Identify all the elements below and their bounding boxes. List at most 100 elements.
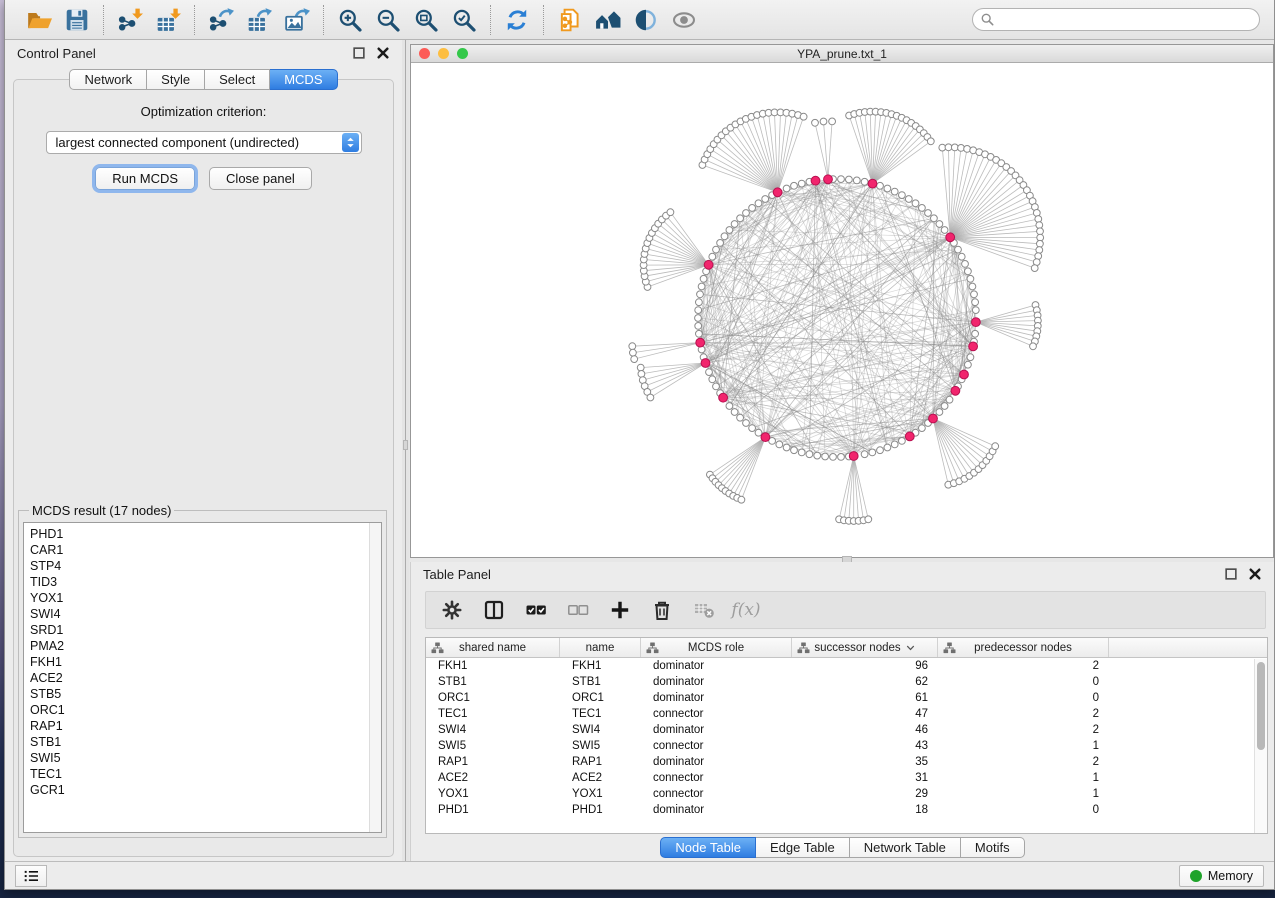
select-all-button[interactable] (522, 596, 550, 624)
export-table-icon (246, 7, 272, 33)
deselect-all-button[interactable] (564, 596, 592, 624)
zoom-out-button[interactable] (372, 4, 404, 36)
run-mcds-button[interactable]: Run MCDS (95, 167, 195, 190)
criterion-select[interactable]: largest connected component (undirected) (46, 131, 362, 154)
cell-shared-name: STB1 (426, 676, 560, 688)
apply-layout-button[interactable] (501, 4, 533, 36)
float-panel-button[interactable] (352, 46, 366, 60)
network-desktop: YPA_prune.txt_1 Table Panel (409, 40, 1274, 861)
network-doc-button[interactable] (554, 4, 586, 36)
close-table-panel-button[interactable] (1248, 567, 1262, 581)
mcds-result-item[interactable]: FKH1 (30, 654, 381, 670)
cell-name: TEC1 (560, 708, 641, 720)
tab-style[interactable]: Style (147, 69, 205, 90)
zoom-fit-icon (413, 7, 439, 33)
cell-MCDS-role: connector (641, 788, 792, 800)
tab-mcds[interactable]: MCDS (270, 69, 337, 90)
mcds-result-item[interactable]: ORC1 (30, 702, 381, 718)
add-row-button[interactable] (606, 596, 634, 624)
table-settings-button[interactable] (438, 596, 466, 624)
mcds-result-item[interactable]: TID3 (30, 574, 381, 590)
cell-successor-nodes: 62 (792, 676, 938, 688)
table-row[interactable]: RAP1RAP1dominator352 (426, 754, 1267, 770)
mcds-result-item[interactable]: STP4 (30, 558, 381, 574)
control-panel-tabs: NetworkStyleSelectMCDS (5, 69, 402, 90)
column-header-predecessor-nodes[interactable]: predecessor nodes (938, 638, 1109, 657)
tab-motifs[interactable]: Motifs (961, 837, 1025, 858)
export-network-button[interactable] (205, 4, 237, 36)
control-panel-title: Control Panel (17, 46, 96, 61)
import-table-button[interactable] (152, 4, 184, 36)
mcds-result-item[interactable]: SRD1 (30, 622, 381, 638)
mcds-result-item[interactable]: ACE2 (30, 670, 381, 686)
save-session-button[interactable] (61, 4, 93, 36)
column-header-successor-nodes[interactable]: successor nodes (792, 638, 938, 657)
mcds-result-item[interactable]: SWI5 (30, 750, 381, 766)
export-image-button[interactable] (281, 4, 313, 36)
table-row[interactable]: SWI5SWI5connector431 (426, 738, 1267, 754)
mcds-result-item[interactable]: CAR1 (30, 542, 381, 558)
tab-network-table[interactable]: Network Table (850, 837, 961, 858)
mcds-result-list[interactable]: PHD1CAR1STP4TID3YOX1SWI4SRD1PMA2FKH1ACE2… (23, 522, 382, 833)
cell-shared-name: PHD1 (426, 804, 560, 816)
network-view-window: YPA_prune.txt_1 (410, 44, 1274, 558)
import-network-button[interactable] (114, 4, 146, 36)
cell-shared-name: YOX1 (426, 788, 560, 800)
mcds-result-item[interactable]: STB5 (30, 686, 381, 702)
delete-row-button[interactable] (648, 596, 676, 624)
mcds-result-item[interactable]: YOX1 (30, 590, 381, 606)
network-window-titlebar[interactable]: YPA_prune.txt_1 (411, 45, 1273, 63)
mcds-result-item[interactable]: PHD1 (30, 526, 381, 542)
mcds-result-item[interactable]: SWI4 (30, 606, 381, 622)
tab-node-table[interactable]: Node Table (660, 837, 756, 858)
network-graph[interactable] (411, 64, 1275, 559)
select-stepper-icon (342, 133, 359, 152)
table-row[interactable]: SWI4SWI4dominator462 (426, 722, 1267, 738)
column-header-MCDS-role[interactable]: MCDS role (641, 638, 792, 657)
table-scrollbar-thumb[interactable] (1257, 662, 1265, 750)
mcds-result-item[interactable]: PMA2 (30, 638, 381, 654)
mcds-result-item[interactable]: GCR1 (30, 782, 381, 798)
splitter-handle[interactable] (403, 440, 408, 450)
vertical-splitter[interactable] (402, 40, 409, 861)
close-mcds-panel-button[interactable]: Close panel (209, 167, 312, 190)
close-panel-button[interactable] (376, 46, 390, 60)
toggle-visibility-button[interactable] (668, 4, 700, 36)
tab-select[interactable]: Select (205, 69, 270, 90)
column-header-shared-name[interactable]: shared name (426, 638, 560, 657)
mcds-result-item[interactable]: TEC1 (30, 766, 381, 782)
cell-name: PHD1 (560, 804, 641, 816)
mcds-list-scrollbar[interactable] (369, 523, 381, 832)
mcds-panel: Optimization criterion: largest connecte… (13, 79, 394, 857)
task-history-button[interactable] (15, 865, 47, 887)
cell-name: ORC1 (560, 692, 641, 704)
table-row[interactable]: PHD1PHD1dominator180 (426, 802, 1267, 818)
table-row[interactable]: TEC1TEC1connector472 (426, 706, 1267, 722)
close-icon (1248, 567, 1262, 581)
float-table-panel-button[interactable] (1224, 567, 1238, 581)
search-field[interactable] (972, 8, 1260, 31)
cell-name: SWI5 (560, 740, 641, 752)
mcds-result-item[interactable]: STB1 (30, 734, 381, 750)
zoom-in-button[interactable] (334, 4, 366, 36)
table-row[interactable]: FKH1FKH1dominator962 (426, 658, 1267, 674)
table-scrollbar[interactable] (1254, 659, 1267, 833)
show-panels-button[interactable] (592, 4, 624, 36)
table-row[interactable]: STB1STB1dominator620 (426, 674, 1267, 690)
table-row[interactable]: YOX1YOX1connector291 (426, 786, 1267, 802)
zoom-fit-button[interactable] (410, 4, 442, 36)
level-of-detail-button[interactable] (630, 4, 662, 36)
search-input[interactable] (999, 13, 1251, 27)
tab-network[interactable]: Network (69, 69, 147, 90)
table-row[interactable]: ACE2ACE2connector311 (426, 770, 1267, 786)
mcds-result-item[interactable]: RAP1 (30, 718, 381, 734)
export-table-button[interactable] (243, 4, 275, 36)
table-row[interactable]: ORC1ORC1dominator610 (426, 690, 1267, 706)
tab-edge-table[interactable]: Edge Table (756, 837, 850, 858)
show-columns-button[interactable] (480, 596, 508, 624)
zoom-selected-button[interactable] (448, 4, 480, 36)
network-nodes[interactable] (629, 108, 1044, 524)
open-session-button[interactable] (23, 4, 55, 36)
column-header-name[interactable]: name (560, 638, 641, 657)
memory-button[interactable]: Memory (1179, 865, 1264, 887)
